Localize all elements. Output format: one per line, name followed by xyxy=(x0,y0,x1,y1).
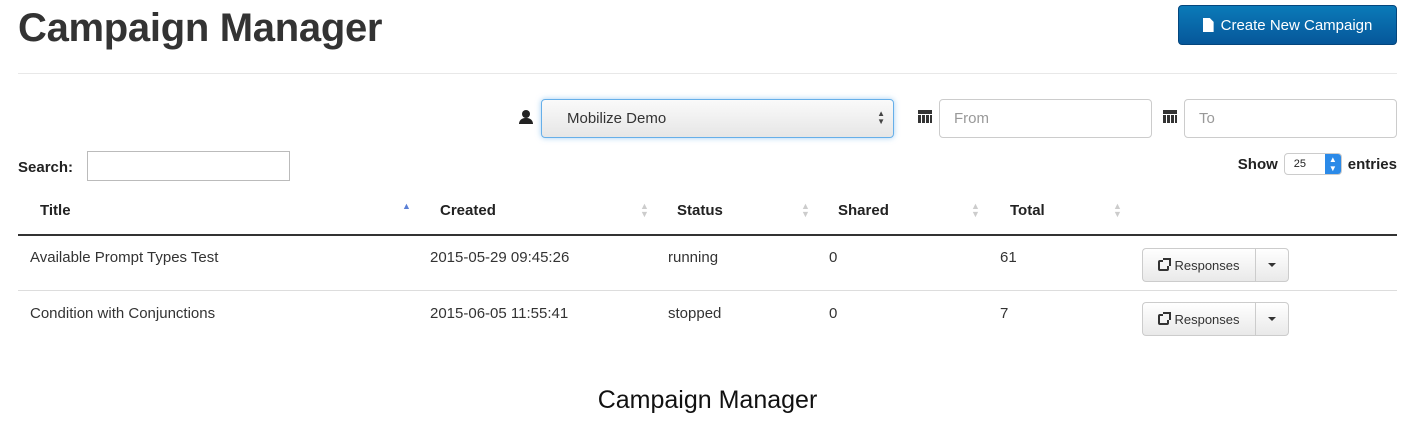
table-cell-shared: 0 xyxy=(829,305,838,322)
table-cell-shared: 0 xyxy=(829,249,838,266)
header-divider xyxy=(18,73,1397,74)
sort-icon[interactable]: ▲ ▼ xyxy=(801,202,810,219)
row-actions-dropdown-button[interactable] xyxy=(1255,302,1289,336)
table-cell-total: 7 xyxy=(1000,305,1009,322)
create-new-campaign-button[interactable]: Create New Campaign xyxy=(1178,5,1397,45)
from-date-input[interactable] xyxy=(939,99,1152,138)
responses-label: Responses xyxy=(1174,311,1240,327)
show-label: Show xyxy=(1237,155,1278,173)
spinner-arrows-icon: ▲ ▼ xyxy=(1324,154,1341,174)
table-cell-title: Condition with Conjunctions xyxy=(30,305,216,322)
calendar-icon xyxy=(1163,110,1177,123)
table-header-divider xyxy=(18,234,1397,236)
table-cell-title: Available Prompt Types Test xyxy=(30,249,219,266)
sort-icon[interactable]: ▲ ▼ xyxy=(1113,202,1122,219)
user-icon xyxy=(519,110,533,124)
table-cell-status: running xyxy=(668,249,719,266)
calendar-icon xyxy=(918,110,932,123)
sort-icon[interactable]: ▲ ▼ xyxy=(971,202,980,219)
user-select[interactable]: Mobilize Demo ▲ ▼ xyxy=(541,99,894,138)
page-length-select[interactable]: 25 ▲ ▼ xyxy=(1283,153,1342,175)
caret-down-icon xyxy=(1268,263,1276,267)
search-input[interactable] xyxy=(87,151,290,181)
page-length-value: 25 xyxy=(1293,158,1307,170)
column-header-title[interactable]: Title xyxy=(40,202,71,219)
column-header-created[interactable]: Created xyxy=(440,202,496,219)
responses-button[interactable]: Responses xyxy=(1142,248,1255,282)
user-select-value: Mobilize Demo xyxy=(567,110,667,127)
sort-icon[interactable]: ▲ ▼ xyxy=(640,202,649,219)
column-header-shared[interactable]: Shared xyxy=(838,202,889,219)
page-title: Campaign Manager xyxy=(18,6,383,50)
share-icon xyxy=(1158,311,1172,325)
entries-label: entries xyxy=(1347,155,1397,173)
responses-label: Responses xyxy=(1174,257,1240,273)
row-action-group: Responses xyxy=(1142,248,1289,282)
figure-caption: Campaign Manager xyxy=(597,386,818,414)
page-length-control: Show 25 ▲ ▼ entries xyxy=(1238,153,1397,175)
caret-down-icon xyxy=(1268,317,1276,321)
column-header-total[interactable]: Total xyxy=(1010,202,1045,219)
column-header-status[interactable]: Status xyxy=(677,202,723,219)
row-divider xyxy=(18,290,1397,291)
table-cell-status: stopped xyxy=(668,305,722,322)
select-arrows-icon: ▲ ▼ xyxy=(877,109,885,126)
share-icon xyxy=(1158,257,1172,271)
sort-ascending-icon[interactable]: ▲ xyxy=(402,202,411,211)
table-cell-created: 2015-06-05 11:55:41 xyxy=(430,305,569,322)
row-actions-dropdown-button[interactable] xyxy=(1255,248,1289,282)
table-cell-total: 61 xyxy=(1000,249,1017,266)
responses-button[interactable]: Responses xyxy=(1142,302,1255,336)
create-new-campaign-label: Create New Campaign xyxy=(1220,16,1373,34)
table-cell-created: 2015-05-29 09:45:26 xyxy=(430,249,570,266)
row-action-group: Responses xyxy=(1142,302,1289,336)
to-date-input[interactable] xyxy=(1184,99,1397,138)
file-icon xyxy=(1202,18,1214,32)
search-label: Search: xyxy=(18,159,74,176)
